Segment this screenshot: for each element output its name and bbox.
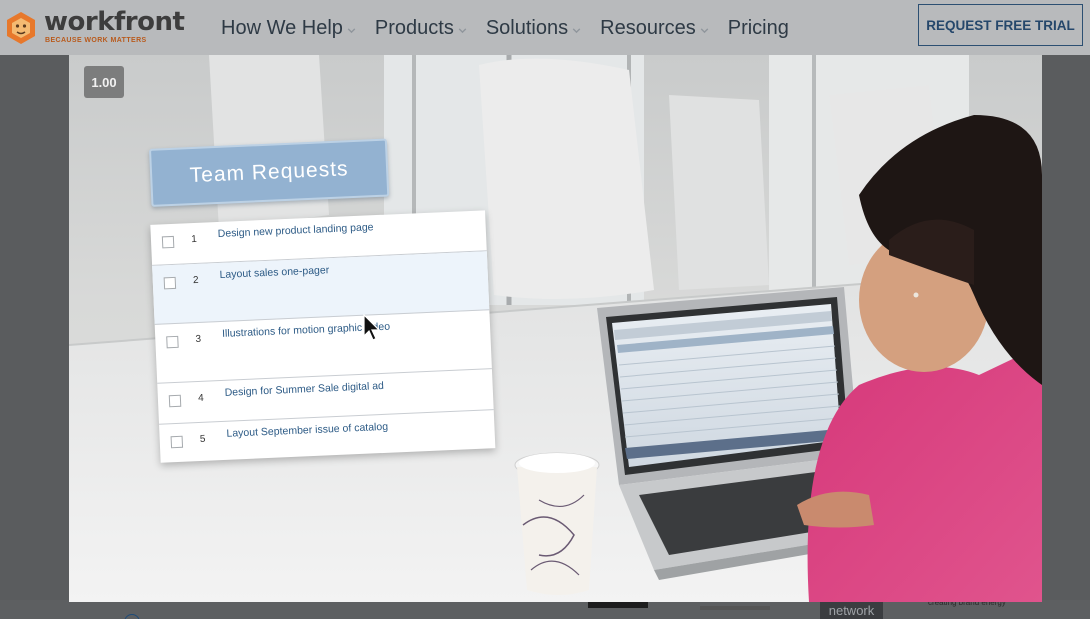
lion-icon [7,12,35,44]
nav-resources[interactable]: Resources [600,14,710,42]
nav-label: Resources [600,16,696,39]
mouse-pointer-icon [363,314,381,341]
logo-tagline: BECAUSE WORK MATTERS [45,37,147,44]
task-title: Layout sales one-pager [219,264,330,281]
task-number: 4 [197,392,204,405]
workfront-logo[interactable]: workfront BECAUSE WORK MATTERS [4,7,185,48]
nav-label: How We Help [221,16,343,39]
main-nav: How We Help Products Solutions Resources… [221,14,807,42]
page-content-behind-modal [0,600,1090,619]
nav-products[interactable]: Products [375,14,468,42]
task-number: 1 [190,233,198,246]
task-number: 3 [195,333,202,346]
task-checkbox [163,276,177,290]
request-free-trial-button[interactable]: REQUEST FREE TRIAL [918,4,1083,46]
nav-how-we-help[interactable]: How We Help [221,14,357,42]
task-checkbox [161,235,175,249]
task-checkbox [166,335,179,349]
logo-wordmark: workfront [44,7,185,37]
nav-solutions[interactable]: Solutions [486,14,582,42]
chevron-down-icon [347,27,356,33]
task-title: Design new product landing page [217,221,374,240]
nav-label: Pricing [727,16,789,39]
site-header: workfront BECAUSE WORK MATTERS How We He… [0,0,1090,55]
nav-label: Solutions [485,16,569,39]
nav-pricing[interactable]: Pricing [728,14,789,42]
task-checkbox [170,435,184,449]
chevron-down-icon [572,27,581,33]
task-number: 5 [199,433,206,445]
task-title: Layout September issue of catalog [226,420,389,440]
client-logo-fragment [588,602,648,608]
task-checkbox [168,394,182,408]
task-title: Design for Summer Sale digital ad [224,379,385,399]
video-player[interactable]: 1.00 Team Requests 1 Design new product … [69,55,1042,602]
team-requests-title: Team Requests [148,138,390,207]
nav-label: Products [374,16,454,39]
client-logo-fragment [700,606,770,610]
network-badge: network [820,601,883,619]
chevron-down-icon [700,27,709,33]
team-requests-card: Team Requests 1 Design new product landi… [147,134,496,463]
task-list: 1 Design new product landing page 2 Layo… [150,210,496,463]
chevron-down-icon [458,27,467,33]
playback-speed-badge[interactable]: 1.00 [84,66,124,98]
task-number: 2 [192,274,199,287]
